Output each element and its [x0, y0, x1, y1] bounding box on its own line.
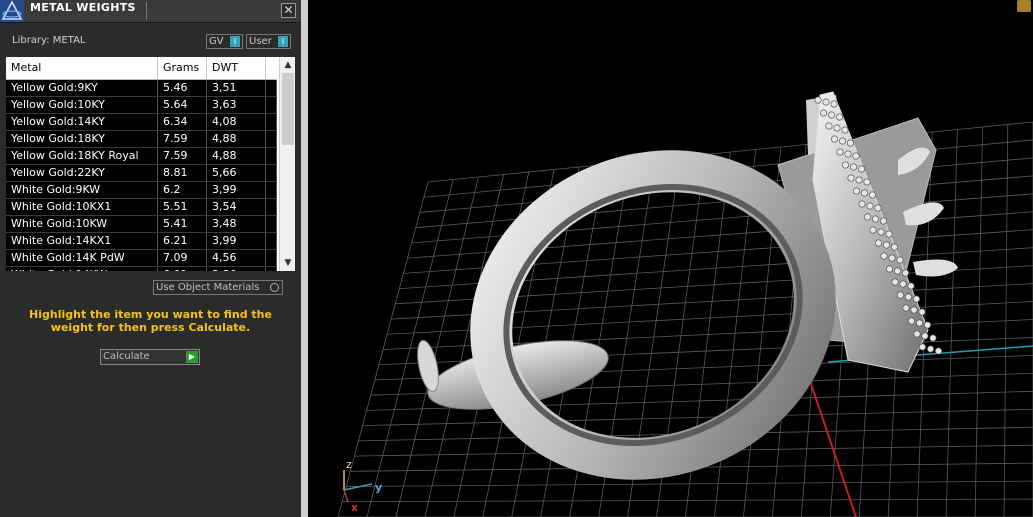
table-header: Metal Grams DWT	[6, 57, 277, 80]
column-header-dwt[interactable]: DWT	[207, 57, 266, 79]
table-row[interactable]: White Gold:14KW6.013,86	[6, 267, 277, 271]
cell-grams: 6.34	[158, 114, 207, 130]
app-logo-icon	[0, 0, 24, 22]
cell-metal: White Gold:9KW	[6, 182, 158, 198]
table-scrollbar[interactable]: ▲ ▼	[279, 57, 295, 271]
cell-dwt: 3,48	[207, 216, 266, 232]
cell-extra	[266, 165, 277, 181]
table-row[interactable]: Yellow Gold:9KY 5.46 3,51	[6, 80, 277, 97]
cell-grams: 5.46	[158, 80, 207, 96]
cell-grams: 6.2	[158, 182, 207, 198]
user-toggle-label: User	[249, 36, 272, 47]
panel-title: METAL WEIGHTS	[30, 1, 136, 14]
cell-dwt: 3,99	[207, 182, 266, 198]
axis-gizmo: z y x	[343, 458, 382, 514]
gizmo-y-label: y	[375, 481, 382, 494]
column-header-metal[interactable]: Metal	[6, 57, 158, 79]
close-button[interactable]: ✕	[281, 3, 296, 18]
cell-grams: 5.41	[158, 216, 207, 232]
metal-weights-panel: METAL WEIGHTS ✕ Library: METAL GV I User…	[0, 0, 301, 517]
table-row[interactable]: White Gold:14K PdW 7.09 4,56	[6, 250, 277, 267]
cell-metal: White Gold:10KW	[6, 216, 158, 232]
scroll-up-icon[interactable]: ▲	[283, 60, 293, 70]
panel-divider[interactable]	[301, 0, 308, 517]
gizmo-x-label: x	[351, 501, 358, 514]
play-arrow-icon[interactable]: ▶	[186, 351, 198, 363]
cell-extra	[266, 216, 277, 232]
table-row[interactable]: White Gold:10KW 5.41 3,48	[6, 216, 277, 233]
cell-extra	[266, 233, 277, 249]
cell-extra	[266, 114, 277, 130]
cell-grams: 7.59	[158, 131, 207, 147]
table-row[interactable]: Yellow Gold:14KY 6.34 4,08	[6, 114, 277, 131]
cell-metal: Yellow Gold:9KY	[6, 80, 158, 96]
cell-metal: Yellow Gold:18KY	[6, 131, 158, 147]
user-toggle-switch[interactable]: I	[278, 36, 288, 47]
scroll-down-icon[interactable]: ▼	[283, 258, 293, 268]
use-object-materials-label: Use Object Materials	[156, 282, 260, 293]
cell-grams: 7.09	[158, 250, 207, 266]
3d-viewport[interactable]: z y x	[308, 0, 1033, 517]
gv-toggle-switch[interactable]: I	[230, 36, 240, 47]
cell-extra	[266, 97, 277, 113]
cell-dwt: 3,51	[207, 80, 266, 96]
cell-grams: 8.81	[158, 165, 207, 181]
column-header-grams[interactable]: Grams	[158, 57, 207, 79]
instruction-text: Highlight the item you want to find the …	[29, 308, 272, 334]
calculate-button[interactable]: Calculate ▶	[100, 349, 200, 365]
table-row[interactable]: White Gold:14KX1 6.21 3,99	[6, 233, 277, 250]
cell-dwt: 3,99	[207, 233, 266, 249]
table-row[interactable]: Yellow Gold:18KY Royal 7.59 4,88	[6, 148, 277, 165]
cell-dwt: 4,56	[207, 250, 266, 266]
cell-metal: Yellow Gold:14KY	[6, 114, 158, 130]
user-toggle[interactable]: User I	[246, 34, 291, 49]
cell-grams: 5.64	[158, 97, 207, 113]
table-row[interactable]: Yellow Gold:10KY 5.64 3,63	[6, 97, 277, 114]
cell-dwt: 4,08	[207, 114, 266, 130]
table-body: Yellow Gold:9KY 5.46 3,51 Yellow Gold:10KY 5…	[6, 80, 277, 271]
scrollbar-thumb[interactable]	[282, 73, 294, 145]
cell-metal: Yellow Gold:10KY	[6, 97, 158, 113]
table-row[interactable]: White Gold:10KX1 5.51 3,54	[6, 199, 277, 216]
use-object-materials-option[interactable]: Use Object Materials	[153, 280, 283, 295]
cell-extra	[266, 148, 277, 164]
viewport-corner-icon[interactable]	[1017, 0, 1031, 12]
gv-toggle-label: GV	[209, 36, 224, 47]
cell-grams: 5.51	[158, 199, 207, 215]
cell-extra	[266, 267, 277, 271]
cell-extra	[266, 199, 277, 215]
column-header-extra	[266, 57, 277, 79]
cell-dwt: 3,86	[207, 267, 266, 271]
library-label: Library: METAL	[12, 35, 86, 46]
cell-dwt: 3,54	[207, 199, 266, 215]
cell-dwt: 4,88	[207, 131, 266, 147]
table-row[interactable]: White Gold:9KW 6.2 3,99	[6, 182, 277, 199]
cell-grams: 7.59	[158, 148, 207, 164]
use-object-materials-radio[interactable]	[270, 283, 279, 292]
title-separator	[146, 2, 147, 20]
panel-titlebar: METAL WEIGHTS ✕	[0, 0, 301, 23]
cell-dwt: 4,88	[207, 148, 266, 164]
cell-metal: Yellow Gold:22KY	[6, 165, 158, 181]
cell-extra	[266, 250, 277, 266]
metal-weights-table: Metal Grams DWT Yellow Gold:9KY 5.46 3,51 Y…	[6, 57, 295, 271]
cell-metal: White Gold:14KW	[6, 267, 158, 271]
cell-extra	[266, 131, 277, 147]
cell-dwt: 3,63	[207, 97, 266, 113]
cell-grams: 6.21	[158, 233, 207, 249]
table-row[interactable]: Yellow Gold:18KY 7.59 4,88	[6, 131, 277, 148]
cell-metal: White Gold:14K PdW	[6, 250, 158, 266]
cell-grams: 6.01	[158, 267, 207, 271]
cell-metal: White Gold:10KX1	[6, 199, 158, 215]
calculate-label: Calculate	[103, 351, 150, 362]
table-row[interactable]: Yellow Gold:22KY 8.81 5,66	[6, 165, 277, 182]
cell-extra	[266, 80, 277, 96]
cell-metal: White Gold:14KX1	[6, 233, 158, 249]
cell-extra	[266, 182, 277, 198]
gizmo-z-label: z	[346, 458, 352, 471]
cell-dwt: 5,66	[207, 165, 266, 181]
viewport-scene[interactable]: z y x	[308, 0, 1033, 517]
gv-toggle[interactable]: GV I	[206, 34, 243, 49]
cell-metal: Yellow Gold:18KY Royal	[6, 148, 158, 164]
